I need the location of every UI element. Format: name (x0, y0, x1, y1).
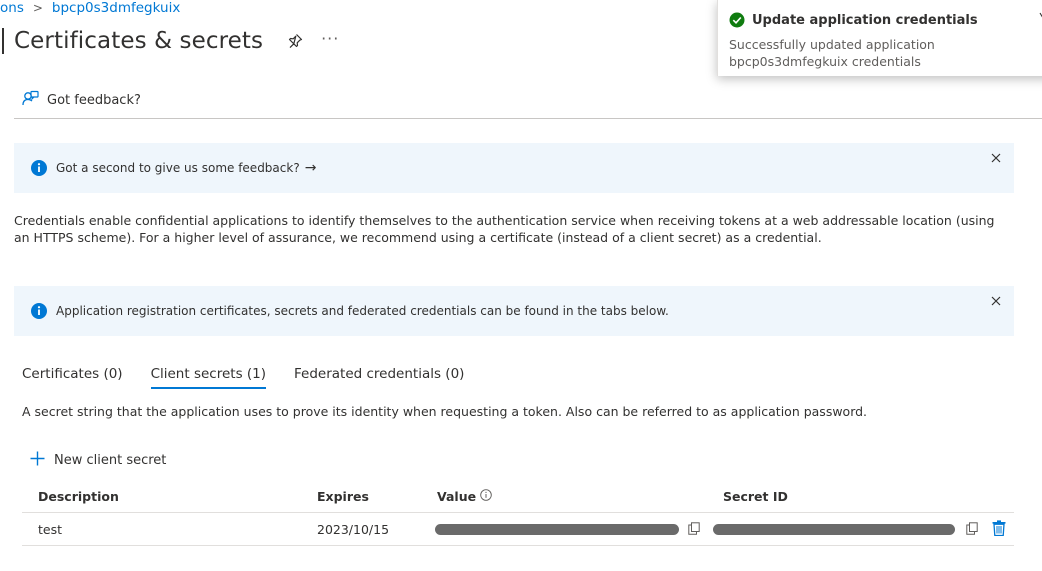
table-header: Description Expires Value Secret ID (22, 480, 1014, 513)
tabs-info-text: Application registration certificates, s… (56, 304, 669, 318)
info-icon (30, 302, 48, 320)
checkmark-circle-icon (729, 12, 745, 28)
toolbar-divider (14, 118, 1042, 119)
column-header-value: Value (437, 489, 492, 504)
notification-toast: Update application credentials Successfu… (717, 0, 1042, 76)
pin-icon[interactable] (287, 33, 303, 49)
secret-expires: 2023/10/15 (317, 521, 390, 537)
breadcrumb-item-app-registrations[interactable]: ons (0, 0, 24, 16)
new-client-secret-button[interactable]: New client secret (30, 451, 166, 469)
feedback-person-icon (22, 90, 39, 110)
column-header-description: Description (38, 488, 119, 504)
feedback-banner: Got a second to give us some feedback? → (14, 143, 1014, 193)
plus-icon (30, 451, 45, 469)
info-icon[interactable] (480, 488, 492, 504)
column-header-expires: Expires (317, 488, 369, 504)
feedback-label: Got feedback? (47, 92, 141, 108)
tab-certificates[interactable]: Certificates (0) (22, 366, 123, 388)
column-header-secret-id: Secret ID (723, 488, 788, 504)
title-divider (2, 28, 4, 54)
tab-client-secrets[interactable]: Client secrets (1) (150, 366, 267, 389)
new-client-secret-label: New client secret (54, 452, 167, 468)
client-secrets-table: Description Expires Value Secret ID test… (22, 480, 1014, 546)
tab-federated-credentials[interactable]: Federated credentials (0) (294, 366, 464, 388)
secret-description: test (38, 521, 63, 537)
credentials-description: Credentials enable confidential applicat… (14, 213, 995, 245)
breadcrumb-item-app[interactable]: bpcp0s3dmfegkuix (52, 0, 180, 16)
column-header-value-label: Value (437, 488, 477, 504)
more-options-button[interactable]: ··· (321, 29, 339, 48)
close-icon[interactable] (990, 295, 1002, 307)
table-row: test 2023/10/15 (22, 513, 1014, 546)
copy-icon[interactable] (688, 522, 700, 538)
chevron-right-icon: > (32, 1, 43, 15)
feedback-button[interactable]: Got feedback? (22, 90, 141, 110)
page-header: Certificates & secrets ··· (0, 28, 339, 54)
copy-icon[interactable] (966, 522, 978, 538)
tab-description: A secret string that the application use… (22, 404, 868, 419)
breadcrumb: ons > bpcp0s3dmfegkuix (0, 0, 180, 16)
redacted-secret-value (435, 524, 679, 535)
arrow-right-icon: → (304, 160, 317, 176)
close-icon[interactable] (1038, 12, 1042, 24)
feedback-banner-link[interactable]: Got a second to give us some feedback? → (56, 160, 316, 176)
credentials-tabs: Certificates (0) Client secrets (1) Fede… (22, 366, 464, 389)
tabs-info-banner: Application registration certificates, s… (14, 286, 1014, 336)
close-icon[interactable] (990, 152, 1002, 164)
trash-icon[interactable] (992, 520, 1006, 539)
toast-message: Successfully updated application bpcp0s3… (729, 37, 935, 69)
toast-title: Update application credentials (752, 13, 978, 28)
feedback-banner-text: Got a second to give us some feedback? (56, 161, 300, 175)
info-icon (30, 159, 48, 177)
redacted-secret-id (713, 524, 955, 535)
page-title: Certificates & secrets (14, 28, 264, 54)
